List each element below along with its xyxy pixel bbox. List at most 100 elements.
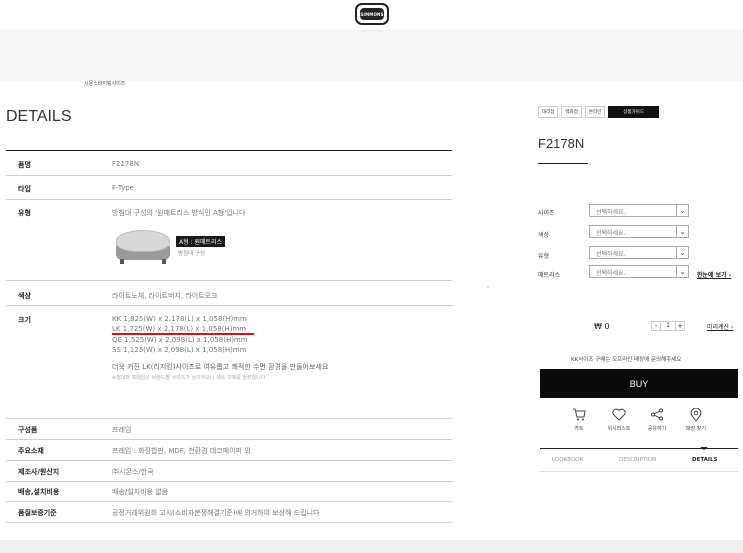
row-label-delivery: 배송,설치비용: [18, 488, 60, 496]
price-total: ₩ 0: [594, 322, 610, 331]
row-divider: [6, 418, 452, 419]
row-label-warranty: 품질보증기준: [18, 509, 57, 517]
option-label-color: 색상: [538, 232, 550, 239]
tab-lookbook[interactable]: LOOKBOOK: [552, 457, 583, 463]
row-label-name: 품명: [18, 161, 31, 169]
cart-action[interactable]: 카트: [559, 408, 599, 432]
pre-calculate-link[interactable]: 미리계산 ›: [707, 322, 733, 331]
size-note: ※침대와 프레임은 브랜드별 사이즈가 상이하오니 세트 구매를 권장합니다: [112, 375, 266, 381]
product-code: F2178N: [538, 136, 585, 151]
heart-icon: [599, 408, 639, 423]
quantity-value[interactable]: 1: [661, 321, 675, 331]
mattress-leg: [120, 259, 124, 264]
select-placeholder: 선택하세요.: [596, 230, 626, 237]
row-divider: [6, 501, 452, 502]
page-title: DETAILS: [6, 108, 72, 125]
row-label-kind: 유형: [18, 209, 31, 217]
row-label-material: 주요소재: [18, 447, 44, 455]
active-tab-caret: [700, 447, 708, 450]
store-finder-action[interactable]: 매장 찾기: [676, 407, 716, 432]
footer-band: [0, 540, 743, 553]
store-tab-agency[interactable]: 대리점: [538, 106, 559, 118]
logo-text: SIMMONS: [360, 11, 384, 17]
row-divider: [6, 460, 452, 461]
row-value-material: 프레임 : 화장합판, MDF, 천환경 데코페이퍼 외: [112, 447, 251, 455]
row-label-components: 구성품: [18, 426, 38, 434]
row-divider: [6, 481, 452, 482]
row-value-components: 프레임: [112, 426, 132, 434]
mattress-top: [116, 230, 170, 252]
cart-label: 카트: [574, 426, 584, 432]
location-pin-icon: [676, 407, 716, 423]
logo-inner: SIMMONS: [360, 8, 384, 20]
quantity-stepper: - 1 +: [651, 321, 685, 331]
option-label-size: 사이즈: [538, 210, 555, 217]
size-line: KK 1,825(W) x 2,178(L) x 1,058(H)mm: [112, 315, 247, 323]
store-tab-online[interactable]: 온라인: [584, 106, 606, 118]
store-tabs: 대리점 백화점 온라인 상품가이드: [538, 106, 659, 118]
row-divider: [6, 199, 452, 200]
type-badge: A형 : 원매트리스: [176, 236, 226, 247]
details-top-divider: [6, 150, 452, 151]
buy-button[interactable]: BUY: [540, 369, 738, 398]
mattress-select[interactable]: 선택하세요. ⌄: [589, 265, 689, 278]
type-badge-sub: 방침대 구성: [178, 251, 206, 257]
chevron-down-icon: ⌄: [676, 266, 688, 277]
select-placeholder: 선택하세요.: [596, 251, 626, 258]
row-divider: [6, 439, 452, 440]
store-finder-label: 매장 찾기: [686, 426, 706, 432]
tab-description[interactable]: DESCRIPTION: [619, 457, 656, 463]
row-label-size: 크기: [18, 316, 31, 324]
mattress-leg: [162, 259, 166, 264]
select-placeholder: 선택하세요.: [596, 209, 626, 216]
chevron-down-icon: ⌄: [676, 247, 688, 258]
option-label-mattress: 매트리스: [538, 272, 561, 279]
share-action[interactable]: 공유하기: [637, 408, 677, 432]
row-value-maker: ㈜시몬스/한국: [112, 468, 154, 476]
cart-icon: [559, 408, 599, 423]
row-label-maker: 제조사/원산지: [18, 468, 60, 476]
share-icon: [637, 408, 677, 423]
brand-logo[interactable]: SIMMONS: [355, 3, 389, 25]
size-description: 더욱 커진 LK(리지킹)사이즈로 여유롭고 쾌적한 수면 환경을 만들어보세요: [112, 363, 329, 371]
row-label-type: 타입: [18, 185, 31, 193]
quantity-plus-button[interactable]: +: [675, 321, 685, 331]
option-label-kind: 유형: [538, 253, 550, 260]
highlight-underline: [112, 333, 254, 335]
kind-select[interactable]: 선택하세요. ⌄: [589, 246, 689, 259]
row-value-name: F2178N: [112, 160, 140, 168]
size-line: SS 1,125(W) x 2,098(L) x 1,058(H)mm: [112, 346, 247, 354]
color-select[interactable]: 선택하세요. ⌄: [589, 225, 689, 238]
row-value-type: F-Type: [112, 184, 134, 192]
detail-tabs: LOOKBOOK DESCRIPTION DETAILS: [540, 448, 738, 472]
quantity-minus-button[interactable]: -: [651, 321, 661, 331]
grey-banner: [0, 30, 743, 82]
row-divider: [6, 280, 452, 281]
stray-dot: [487, 286, 489, 288]
row-divider: [6, 522, 452, 523]
size-line: QE 1,525(W) x 2,098(L) x 1,058(H)mm: [112, 336, 248, 344]
row-value-warranty: 공정거래위원회 고시(소비자분쟁해결기준)에 의거하여 보상해 드립니다: [112, 509, 320, 517]
store-tab-department[interactable]: 백화점: [561, 106, 582, 118]
tab-details[interactable]: DETAILS: [692, 457, 717, 463]
size-line: LK 1,725(W) x 2,178(L) x 1,058(H)mm: [112, 325, 247, 333]
wishlist-action[interactable]: 위시리스트: [599, 408, 639, 432]
mattress-illustration: [112, 224, 174, 268]
inquiry-notice: KK사이즈 구매는 오프라인 매장에 문의해주세요: [571, 357, 682, 363]
see-all-link[interactable]: 한눈에 보기 ›: [697, 270, 731, 279]
chevron-down-icon: ⌄: [676, 226, 688, 237]
size-select[interactable]: 선택하세요. ⌄: [589, 204, 689, 217]
row-label-color: 색상: [18, 292, 31, 300]
select-placeholder: 선택하세요.: [596, 270, 626, 277]
row-divider: [6, 175, 452, 176]
row-value-kind: 방침대 구성의 '원매트리스 방식인 A형'입니다: [112, 209, 246, 217]
row-value-delivery: 배송/설치비용 없음: [112, 488, 169, 496]
product-code-underline: [538, 163, 588, 164]
wishlist-label: 위시리스트: [607, 426, 631, 432]
breadcrumb: 시몬스바지링사이즈: [84, 81, 126, 87]
row-value-color: 라이트노체, 라이트버지, 라이트오크: [112, 292, 218, 300]
chevron-down-icon: ⌄: [676, 205, 688, 216]
share-label: 공유하기: [647, 426, 667, 432]
row-divider: [6, 305, 452, 306]
store-tab-guide[interactable]: 상품가이드: [608, 106, 659, 118]
